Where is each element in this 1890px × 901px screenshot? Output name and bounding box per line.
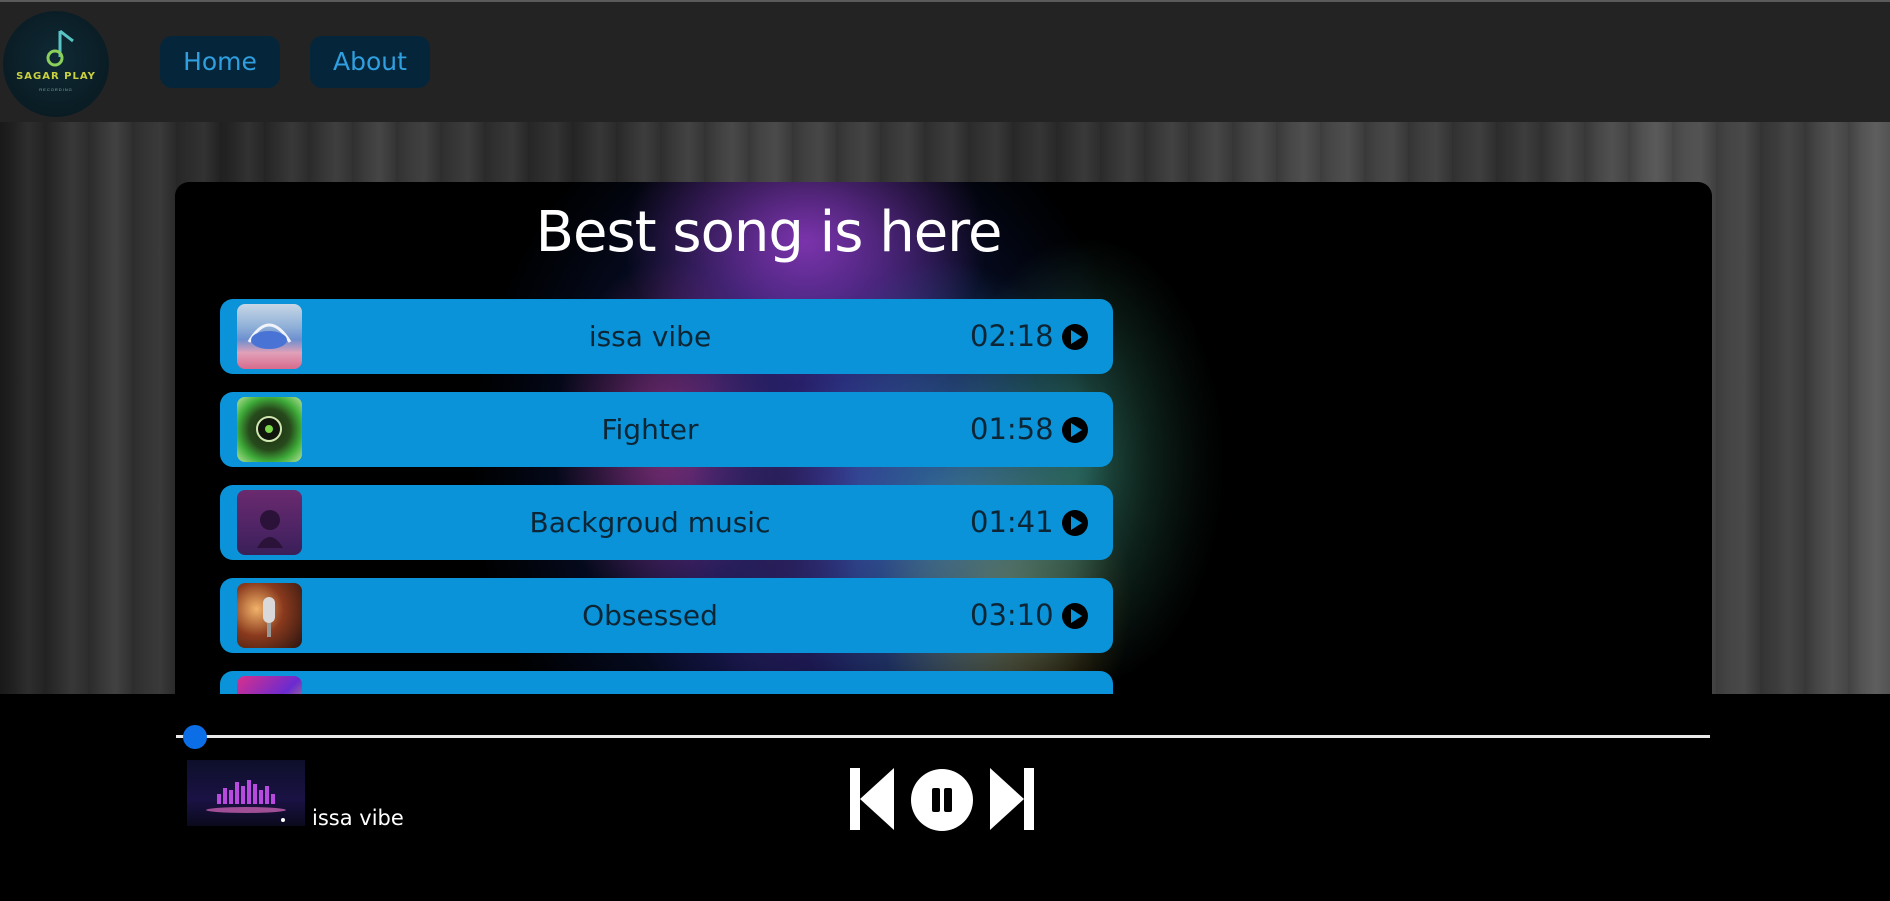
artwork-fade bbox=[1075, 182, 1375, 742]
logo-text: SAGAR PLAY bbox=[16, 71, 96, 82]
page-title: Best song is here bbox=[535, 200, 1003, 265]
music-note-logo-icon bbox=[46, 29, 74, 67]
play-circle-icon[interactable] bbox=[1061, 323, 1089, 351]
song-cover-image bbox=[237, 583, 302, 648]
next-icon[interactable] bbox=[990, 768, 1034, 830]
song-duration: 02:18 bbox=[970, 319, 1054, 353]
song-item[interactable]: Fighter 01:58 bbox=[220, 392, 1113, 467]
song-name: Backgroud music bbox=[529, 506, 771, 539]
song-item[interactable]: Backgroud music 01:41 bbox=[220, 485, 1113, 560]
navbar: SAGAR PLAY RECORDING Home About bbox=[0, 2, 1890, 122]
song-duration: 03:10 bbox=[970, 598, 1054, 632]
previous-icon[interactable] bbox=[850, 768, 894, 830]
song-name: Obsessed bbox=[582, 599, 718, 632]
song-cover-image bbox=[237, 397, 302, 462]
play-circle-icon[interactable] bbox=[1061, 509, 1089, 537]
pause-icon[interactable] bbox=[910, 768, 974, 832]
play-circle-icon[interactable] bbox=[1061, 602, 1089, 630]
song-item[interactable]: Obsessed 03:10 bbox=[220, 578, 1113, 653]
song-duration: 01:58 bbox=[970, 412, 1054, 446]
site-logo[interactable]: SAGAR PLAY RECORDING bbox=[3, 11, 109, 117]
logo-subtext: RECORDING bbox=[39, 87, 73, 92]
progress-track[interactable] bbox=[176, 735, 1710, 738]
progress-slider-knob[interactable] bbox=[183, 725, 208, 749]
song-cover-image bbox=[237, 490, 302, 555]
nav-home-link[interactable]: Home bbox=[160, 36, 280, 88]
now-playing-cover-image bbox=[187, 760, 305, 826]
song-name: issa vibe bbox=[588, 320, 712, 353]
play-circle-icon[interactable] bbox=[1061, 416, 1089, 444]
song-duration: 01:41 bbox=[970, 505, 1054, 539]
nav-about-link[interactable]: About bbox=[310, 36, 430, 88]
song-item[interactable]: issa vibe 02:18 bbox=[220, 299, 1113, 374]
song-list-card: Best song is here issa vibe 02:18 Fighte… bbox=[175, 182, 1712, 742]
player-bar: issa vibe bbox=[0, 694, 1890, 901]
song-cover-image bbox=[237, 304, 302, 369]
song-name: Fighter bbox=[601, 413, 699, 446]
now-playing-title: issa vibe bbox=[312, 806, 404, 830]
